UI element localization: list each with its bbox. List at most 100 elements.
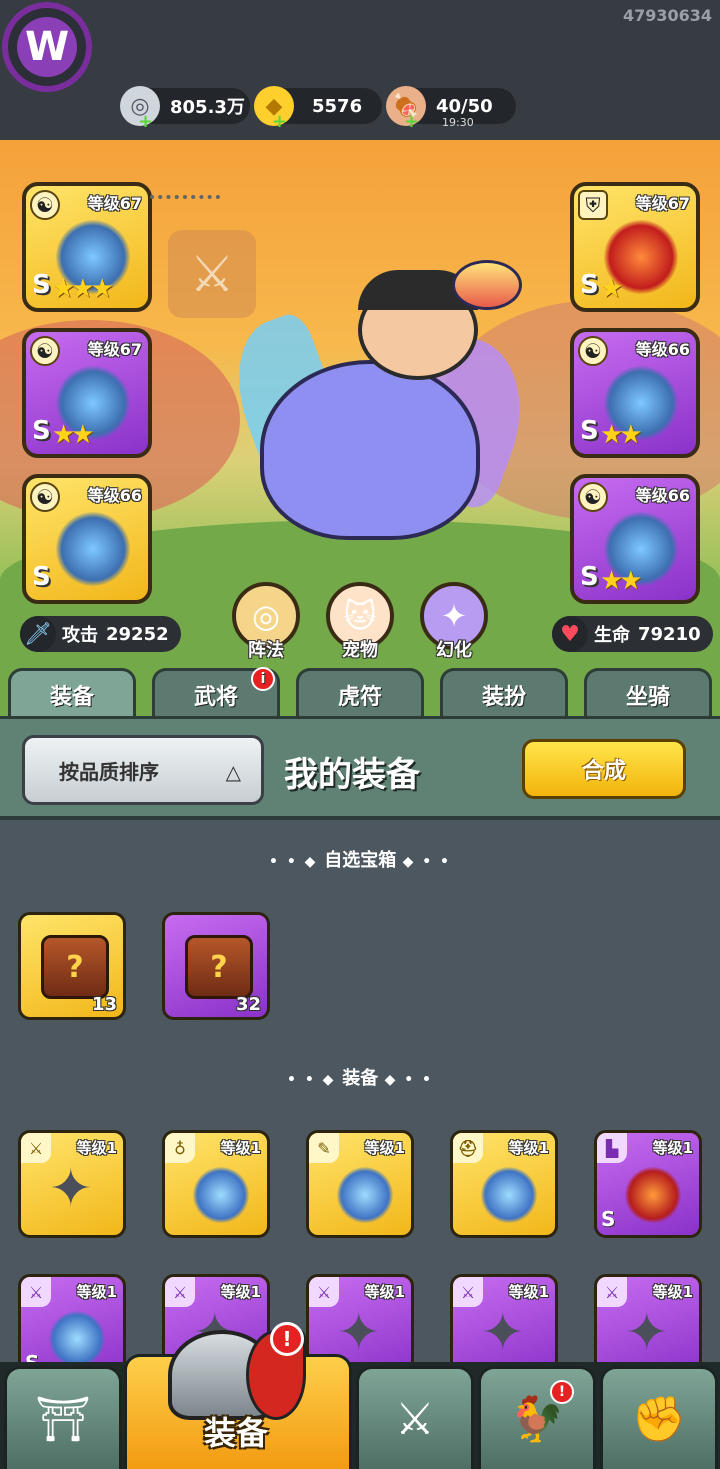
formation-icon: ◎: [252, 597, 280, 635]
equip-slot-left-2[interactable]: ☯ 等级67 S ★★: [22, 328, 152, 458]
silver-coin-icon: ◎ +: [120, 86, 160, 132]
item-level: 等级1: [364, 1139, 405, 1157]
mystery-chest-icon: ?: [41, 935, 109, 999]
equip-slot-left-1[interactable]: ☯ 等级67 S ★★★: [22, 182, 152, 312]
slot-level: 等级67: [635, 194, 690, 213]
dots-decoration: • • ◆: [269, 854, 325, 870]
sort-label: 按品质排序: [59, 759, 159, 784]
tab-generals[interactable]: 武将 i: [152, 667, 280, 718]
slot-grade: S: [32, 270, 51, 300]
hero-scene: ☯ 等级67 S ★★★ ☯ 等级67 S ★★ ☯ 等级66 S ⚔ ⛨ 等级…: [0, 140, 720, 720]
bottom-navigation: ⛩ ⚔ 🐓 ✊: [0, 1354, 720, 1469]
alert-icon: !: [270, 1322, 304, 1356]
tab-tiger-tally[interactable]: 虎符: [296, 668, 424, 718]
mystery-chest-icon: ?: [185, 935, 253, 999]
medal-icon: ♁: [165, 1133, 195, 1163]
attack-stat: 🗡 攻击 29252: [20, 616, 181, 652]
weapon-icon: ⚔: [21, 1133, 51, 1163]
chest-item[interactable]: ? 32: [162, 912, 270, 1020]
weapon-icon: ⚔: [597, 1277, 627, 1307]
tab-costume[interactable]: 装扮: [440, 668, 568, 718]
equip-slot-right-1[interactable]: ⛨ 等级67 S ★: [570, 182, 700, 312]
item-level: 等级1: [508, 1283, 549, 1301]
shuriken-icon: ✦: [337, 1303, 381, 1363]
chest-section-header: • • ◆ 自选宝箱 ◆ • •: [0, 846, 720, 872]
formation-label: 阵法: [248, 640, 284, 661]
amulet-icon: [193, 1167, 249, 1223]
equipment-item[interactable]: ⚔ 等级1 ✦: [18, 1130, 126, 1238]
nav-equipment-label: 装备: [204, 1414, 269, 1452]
app-logo-letter: W: [17, 17, 77, 77]
page-title: 我的装备: [284, 755, 420, 795]
add-stamina-icon[interactable]: +: [404, 111, 419, 132]
chain-decoration: [150, 195, 220, 207]
item-level: 等级1: [220, 1139, 261, 1157]
weapon-icon: ⚔: [309, 1277, 339, 1307]
dots-decoration: ◆ • •: [402, 854, 451, 870]
equip-slot-left-3[interactable]: ☯ 等级66 S: [22, 474, 152, 604]
stamina-value: 40/50: [436, 95, 493, 117]
shuriken-icon: ✦: [49, 1159, 93, 1219]
add-silver-icon[interactable]: +: [138, 111, 153, 132]
item-level: 等级1: [652, 1283, 693, 1301]
slot-stars: ★★: [600, 566, 643, 596]
weapon-icon: ⚔: [165, 1277, 195, 1307]
equip-slot-right-3[interactable]: ☯ 等级66 S ★★: [570, 474, 700, 604]
nav-mount[interactable]: 🐓: [478, 1366, 596, 1469]
lotus-icon: [452, 260, 522, 310]
sort-by-quality-dropdown[interactable]: 按品质排序 △: [22, 735, 264, 805]
equipment-header-bar: 按品质排序 △ 我的装备 合成: [0, 716, 720, 820]
transform-icon: ✦: [440, 597, 468, 635]
equipment-item[interactable]: ⛑ 等级1: [450, 1130, 558, 1238]
yin-yang-icon: ☯: [30, 482, 60, 512]
sword-icon: 🗡: [20, 616, 56, 652]
merge-button[interactable]: 合成: [522, 739, 686, 799]
dots-decoration: ◆ • •: [384, 1072, 433, 1088]
slot-stars: ★★★: [52, 274, 114, 304]
attack-label: 攻击: [62, 625, 98, 646]
armor-icon: ⛨: [578, 190, 608, 220]
yin-yang-icon: ☯: [578, 336, 608, 366]
shuriken-icon: ✦: [625, 1303, 669, 1363]
item-level: 等级1: [220, 1283, 261, 1301]
chest-item[interactable]: ? 13: [18, 912, 126, 1020]
equipment-item[interactable]: ✎ 等级1: [306, 1130, 414, 1238]
fist-upgrade-icon: ✊: [631, 1394, 687, 1445]
resource-silver[interactable]: ◎ + 805.3万: [120, 86, 250, 132]
equip-slot-right-2[interactable]: ☯ 等级66 S ★★: [570, 328, 700, 458]
weapon-icon: ⚔: [453, 1277, 483, 1307]
user-id: 47930634: [622, 6, 712, 25]
resource-stamina[interactable]: 🍖 + 40/50 19:30: [386, 86, 516, 132]
resource-gold[interactable]: ◆ + 5576: [254, 86, 382, 132]
triangle-up-icon: △: [225, 760, 241, 784]
nav-battle[interactable]: ⚔: [356, 1366, 474, 1469]
app-logo[interactable]: W: [2, 2, 92, 92]
equipment-item[interactable]: ▙ 等级1 S: [594, 1130, 702, 1238]
transform-label: 幻化: [436, 640, 472, 661]
item-count: 13: [91, 994, 117, 1015]
equipment-item[interactable]: ♁ 等级1: [162, 1130, 270, 1238]
shuriken-icon: ✦: [481, 1303, 525, 1363]
equipment-section-title: 装备: [342, 1068, 379, 1089]
tab-equipment[interactable]: 装备: [8, 668, 136, 718]
heart-icon: ♥: [552, 616, 588, 652]
meat-leg-icon: 🍖 +: [386, 86, 426, 132]
slot-grade: S: [32, 562, 51, 592]
tab-mount[interactable]: 坐骑: [584, 668, 712, 718]
alert-icon: !: [550, 1380, 574, 1404]
hero-character[interactable]: [217, 260, 545, 560]
crossed-swords-icon: ⚔: [395, 1393, 435, 1445]
tally-icon: [337, 1167, 393, 1223]
slot-stars: ★★: [52, 420, 95, 450]
tab-generals-label: 武将: [193, 684, 238, 710]
nav-palace[interactable]: ⛩: [4, 1366, 122, 1469]
chest-section-title: 自选宝箱: [324, 850, 397, 871]
boot-icon: ▙: [597, 1133, 627, 1163]
slot-level: 等级66: [635, 340, 690, 359]
nav-upgrade[interactable]: ✊: [600, 1366, 718, 1469]
slot-level: 等级66: [87, 486, 142, 505]
life-value: 79210: [638, 623, 701, 645]
pet-label: 宠物: [342, 640, 378, 661]
crystal-helmet-icon: [481, 1167, 537, 1223]
add-gold-icon[interactable]: +: [272, 111, 287, 132]
